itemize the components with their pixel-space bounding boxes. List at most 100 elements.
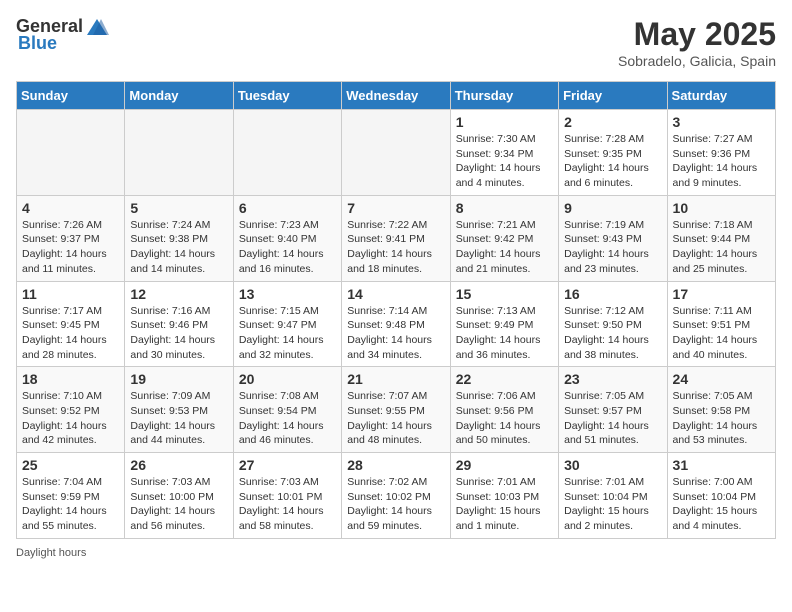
day-number: 28 xyxy=(347,457,444,473)
calendar-table: SundayMondayTuesdayWednesdayThursdayFrid… xyxy=(16,81,776,539)
day-info: Sunrise: 7:07 AMSunset: 9:55 PMDaylight:… xyxy=(347,389,444,448)
day-cell: 29 Sunrise: 7:01 AMSunset: 10:03 PMDaylig… xyxy=(450,453,558,539)
day-cell: 16Sunrise: 7:12 AMSunset: 9:50 PMDayligh… xyxy=(559,281,667,367)
day-number: 5 xyxy=(130,200,227,216)
day-info: Sunrise: 7:10 AMSunset: 9:52 PMDaylight:… xyxy=(22,389,119,448)
day-info: Sunrise: 7:13 AMSunset: 9:49 PMDaylight:… xyxy=(456,304,553,363)
day-info: Sunrise: 7:27 AMSunset: 9:36 PMDaylight:… xyxy=(673,132,770,191)
day-cell: 19 Sunrise: 7:09 AMSunset: 9:53 PMDayligh… xyxy=(125,367,233,453)
column-header-friday: Friday xyxy=(559,82,667,110)
day-cell: 11 Sunrise: 7:17 AMSunset: 9:45 PMDayligh… xyxy=(17,281,125,367)
day-number: 8 xyxy=(456,200,553,216)
day-number: 14 xyxy=(347,286,444,302)
week-row-2: 4 Sunrise: 7:26 AMSunset: 9:37 PMDaylight… xyxy=(17,195,776,281)
day-info: Sunrise: 7:26 AMSunset: 9:37 PMDaylight:… xyxy=(22,218,119,277)
day-cell: 30 Sunrise: 7:01 AMSunset: 10:04 PMDaylig… xyxy=(559,453,667,539)
day-info: Sunrise: 7:23 AMSunset: 9:40 PMDaylight:… xyxy=(239,218,336,277)
day-number: 15 xyxy=(456,286,553,302)
day-cell: 18 Sunrise: 7:10 AMSunset: 9:52 PMDayligh… xyxy=(17,367,125,453)
day-cell: 5Sunrise: 7:24 AMSunset: 9:38 PMDaylight… xyxy=(125,195,233,281)
day-cell xyxy=(342,110,450,196)
day-info: Sunrise: 7:19 AMSunset: 9:43 PMDaylight:… xyxy=(564,218,661,277)
day-cell: 26Sunrise: 7:03 AMSunset: 10:00 PMDaylig… xyxy=(125,453,233,539)
day-number: 1 xyxy=(456,114,553,130)
day-cell: 31Sunrise: 7:00 AMSunset: 10:04 PMDaylig… xyxy=(667,453,775,539)
day-info: Sunrise: 7:05 AMSunset: 9:58 PMDaylight:… xyxy=(673,389,770,448)
day-info: Sunrise: 7:12 AMSunset: 9:50 PMDaylight:… xyxy=(564,304,661,363)
logo: General Blue xyxy=(16,16,111,54)
day-info: Sunrise: 7:15 AMSunset: 9:47 PMDaylight:… xyxy=(239,304,336,363)
day-number: 20 xyxy=(239,371,336,387)
day-number: 21 xyxy=(347,371,444,387)
day-info: Sunrise: 7:05 AMSunset: 9:57 PMDaylight:… xyxy=(564,389,661,448)
day-number: 11 xyxy=(22,286,119,302)
day-cell: 8Sunrise: 7:21 AMSunset: 9:42 PMDaylight… xyxy=(450,195,558,281)
column-header-monday: Monday xyxy=(125,82,233,110)
day-number: 10 xyxy=(673,200,770,216)
daylight-label: Daylight hours xyxy=(16,547,86,559)
day-number: 2 xyxy=(564,114,661,130)
column-header-wednesday: Wednesday xyxy=(342,82,450,110)
day-cell: 13 Sunrise: 7:15 AMSunset: 9:47 PMDayligh… xyxy=(233,281,341,367)
week-row-5: 25Sunrise: 7:04 AMSunset: 9:59 PMDayligh… xyxy=(17,453,776,539)
day-number: 12 xyxy=(130,286,227,302)
day-info: Sunrise: 7:01 AMSunset: 10:04 PMDaylight… xyxy=(564,475,661,534)
day-cell: 17 Sunrise: 7:11 AMSunset: 9:51 PMDayligh… xyxy=(667,281,775,367)
day-cell xyxy=(17,110,125,196)
day-info: Sunrise: 7:00 AMSunset: 10:04 PMDaylight… xyxy=(673,475,770,534)
day-number: 29 xyxy=(456,457,553,473)
day-number: 23 xyxy=(564,371,661,387)
page-header: General Blue May 2025 Sobradelo, Galicia… xyxy=(16,16,776,69)
day-number: 18 xyxy=(22,371,119,387)
day-info: Sunrise: 7:11 AMSunset: 9:51 PMDaylight:… xyxy=(673,304,770,363)
day-cell: 2Sunrise: 7:28 AMSunset: 9:35 PMDaylight… xyxy=(559,110,667,196)
day-cell: 12 Sunrise: 7:16 AMSunset: 9:46 PMDayligh… xyxy=(125,281,233,367)
day-info: Sunrise: 7:01 AMSunset: 10:03 PMDaylight… xyxy=(456,475,553,534)
day-cell: 9 Sunrise: 7:19 AMSunset: 9:43 PMDaylight… xyxy=(559,195,667,281)
day-number: 4 xyxy=(22,200,119,216)
logo-blue: Blue xyxy=(18,33,57,54)
month-title: May 2025 xyxy=(618,16,776,53)
day-cell: 15 Sunrise: 7:13 AMSunset: 9:49 PMDayligh… xyxy=(450,281,558,367)
logo-container: General Blue xyxy=(16,16,111,54)
day-info: Sunrise: 7:17 AMSunset: 9:45 PMDaylight:… xyxy=(22,304,119,363)
day-cell: 3 Sunrise: 7:27 AMSunset: 9:36 PMDaylight… xyxy=(667,110,775,196)
day-cell xyxy=(233,110,341,196)
day-info: Sunrise: 7:16 AMSunset: 9:46 PMDaylight:… xyxy=(130,304,227,363)
day-cell: 4 Sunrise: 7:26 AMSunset: 9:37 PMDaylight… xyxy=(17,195,125,281)
week-row-3: 11 Sunrise: 7:17 AMSunset: 9:45 PMDayligh… xyxy=(17,281,776,367)
day-number: 22 xyxy=(456,371,553,387)
day-number: 9 xyxy=(564,200,661,216)
day-cell: 10Sunrise: 7:18 AMSunset: 9:44 PMDayligh… xyxy=(667,195,775,281)
column-header-tuesday: Tuesday xyxy=(233,82,341,110)
day-cell: 6 Sunrise: 7:23 AMSunset: 9:40 PMDaylight… xyxy=(233,195,341,281)
day-cell: 20 Sunrise: 7:08 AMSunset: 9:54 PMDayligh… xyxy=(233,367,341,453)
day-number: 13 xyxy=(239,286,336,302)
day-info: Sunrise: 7:08 AMSunset: 9:54 PMDaylight:… xyxy=(239,389,336,448)
day-number: 7 xyxy=(347,200,444,216)
day-number: 25 xyxy=(22,457,119,473)
day-cell: 28Sunrise: 7:02 AMSunset: 10:02 PMDaylig… xyxy=(342,453,450,539)
day-info: Sunrise: 7:03 AMSunset: 10:01 PMDaylight… xyxy=(239,475,336,534)
week-row-4: 18 Sunrise: 7:10 AMSunset: 9:52 PMDayligh… xyxy=(17,367,776,453)
column-header-saturday: Saturday xyxy=(667,82,775,110)
day-cell: 27 Sunrise: 7:03 AMSunset: 10:01 PMDaylig… xyxy=(233,453,341,539)
location: Sobradelo, Galicia, Spain xyxy=(618,53,776,69)
day-cell: 7Sunrise: 7:22 AMSunset: 9:41 PMDaylight… xyxy=(342,195,450,281)
day-number: 17 xyxy=(673,286,770,302)
day-number: 24 xyxy=(673,371,770,387)
calendar-footer: Daylight hours xyxy=(16,547,776,559)
day-info: Sunrise: 7:09 AMSunset: 9:53 PMDaylight:… xyxy=(130,389,227,448)
day-info: Sunrise: 7:30 AMSunset: 9:34 PMDaylight:… xyxy=(456,132,553,191)
day-info: Sunrise: 7:06 AMSunset: 9:56 PMDaylight:… xyxy=(456,389,553,448)
title-area: May 2025 Sobradelo, Galicia, Spain xyxy=(618,16,776,69)
day-info: Sunrise: 7:14 AMSunset: 9:48 PMDaylight:… xyxy=(347,304,444,363)
day-number: 30 xyxy=(564,457,661,473)
day-cell: 21 Sunrise: 7:07 AMSunset: 9:55 PMDayligh… xyxy=(342,367,450,453)
day-number: 6 xyxy=(239,200,336,216)
day-number: 27 xyxy=(239,457,336,473)
day-number: 3 xyxy=(673,114,770,130)
column-header-sunday: Sunday xyxy=(17,82,125,110)
day-number: 19 xyxy=(130,371,227,387)
day-cell: 24 Sunrise: 7:05 AMSunset: 9:58 PMDayligh… xyxy=(667,367,775,453)
